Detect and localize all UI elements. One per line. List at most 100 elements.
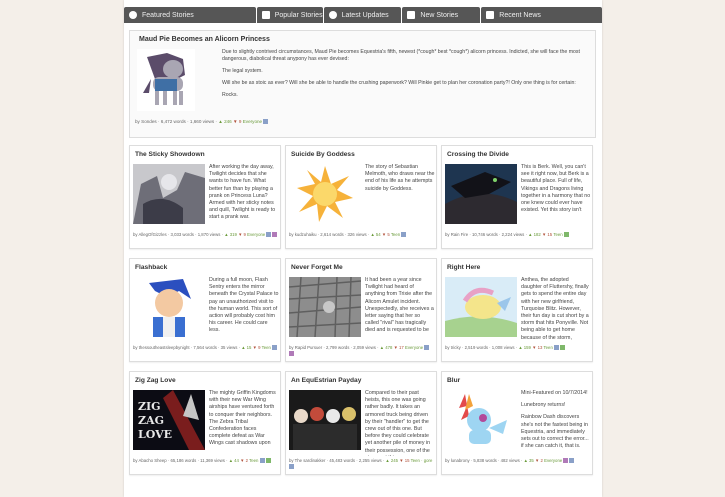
story-thumbnail[interactable]	[445, 277, 517, 337]
story-meta-text: by Abacho Sheep · 65,186 words · 11,369 …	[133, 458, 228, 463]
story-meta: by lunabrony · 5,838 words · 482 views ·…	[445, 458, 591, 472]
upvote-count: ▲ 245	[385, 458, 399, 463]
story-meta: by kudzuhaiku · 2,614 words · 326 views …	[289, 232, 435, 246]
upvote-count: ▲ 182	[528, 232, 541, 237]
upvote-count: ▲ 54	[370, 232, 381, 237]
story-meta: by Rapid Pursuer · 2,799 words · 2,059 v…	[289, 345, 435, 359]
featured-paragraph: Rocks.	[222, 92, 238, 98]
story-meta-text: by AllegOfGizzles · 3,033 words · 1,870 …	[133, 232, 224, 237]
downvote-count: ▼ 9	[233, 119, 242, 124]
star-icon	[129, 11, 137, 19]
tag-icon	[265, 458, 271, 464]
story-description-line: Lunebrony returns!	[521, 402, 566, 409]
story-card: Crossing the Divide This is Berk. Well, …	[441, 145, 593, 249]
tag-icon	[272, 345, 278, 351]
tag-icon	[563, 458, 569, 464]
upvote-count: ▲ 35	[523, 458, 534, 463]
story-description: It had been a year since Twilight had he…	[365, 277, 434, 334]
story-meta-text: by thessoutheastsleepbynight · 7,564 wor…	[133, 345, 241, 350]
downvote-count: ▼ 9	[252, 345, 261, 350]
svg-text:ZAG: ZAG	[138, 414, 164, 427]
tag-icon	[289, 351, 294, 357]
tab-label: Latest Updates	[341, 11, 389, 19]
story-description: Mini-Featured on 10/7/2014! Lunebrony re…	[521, 390, 591, 456]
upvote-count: ▲ 478	[379, 345, 393, 350]
story-card: An EquEstrian Payday Compared to their p…	[285, 371, 437, 475]
mini-featured-note: Mini-Featured on 10/7/2014!	[521, 390, 588, 396]
tag-icon	[554, 345, 560, 351]
tab-new-stories[interactable]: New Stories	[402, 7, 481, 23]
downvote-count: ▼ 2	[535, 458, 543, 463]
featured-story-thumbnail[interactable]	[137, 49, 195, 111]
story-title[interactable]: Blur	[447, 377, 460, 384]
featured-paragraph: Due to slightly contrived circumstances,…	[222, 49, 580, 62]
story-description: This is Berk. Well, you can't see it rig…	[521, 164, 591, 214]
main-page: Featured Stories Popular Stories Latest …	[124, 0, 603, 497]
downvote-count: ▼ 15	[541, 232, 553, 237]
svg-text:ZIG: ZIG	[138, 400, 161, 413]
tag-icon	[259, 458, 265, 464]
upvote-count: ▲ 319	[224, 232, 237, 237]
downvote-count: ▼ 13	[532, 345, 543, 350]
svg-text:LOVE: LOVE	[138, 428, 172, 441]
story-title[interactable]: Zig Zag Love	[135, 377, 176, 384]
featured-story: Maud Pie Becomes an Alicorn Princess Due…	[129, 30, 596, 138]
story-title[interactable]: An EquEstrian Payday	[291, 377, 361, 384]
story-meta: by Rain Fire · 10,746 words · 2,224 view…	[445, 232, 591, 246]
story-thumbnail[interactable]	[445, 390, 517, 450]
story-description-line: Rainbow Dash discovers she's not the fas…	[521, 414, 589, 450]
story-thumbnail[interactable]: ZIG ZAG LOVE	[133, 390, 205, 450]
downvote-count: ▼ 9	[238, 232, 246, 237]
story-meta-text: by The sardinakker · 45,483 words · 2,25…	[289, 458, 385, 463]
story-card: Right Here Anthea, the adopted daughter …	[441, 258, 593, 362]
story-thumbnail[interactable]	[289, 277, 361, 337]
nav-tabs: Featured Stories Popular Stories Latest …	[124, 7, 603, 23]
book-icon	[407, 11, 416, 19]
story-description: After working the day away, Twilight dec…	[209, 164, 276, 221]
story-meta: by The sardinakker · 45,483 words · 2,25…	[289, 458, 435, 472]
tab-label: Recent News	[499, 11, 541, 19]
downvote-count: ▼ 17	[393, 345, 404, 350]
story-title[interactable]: Right Here	[447, 264, 480, 271]
tab-popular-stories[interactable]: Popular Stories	[256, 7, 323, 23]
content-rating: Teen	[553, 232, 563, 237]
tag-icon	[563, 232, 569, 238]
story-meta-text: by kudzuhaiku · 2,614 words · 326 views …	[289, 232, 370, 237]
story-meta-text: by tricky · 2,519 words · 1,008 views ·	[445, 345, 518, 350]
tab-featured-stories[interactable]: Featured Stories	[124, 7, 256, 23]
story-title[interactable]: Crossing the Divide	[447, 151, 509, 158]
upvote-count: ▲ 159	[518, 345, 531, 350]
story-title[interactable]: Flashback	[135, 264, 167, 271]
story-thumbnail[interactable]	[289, 390, 361, 450]
story-card: The Sticky Showdown After working the da…	[129, 145, 281, 249]
tab-latest-updates[interactable]: Latest Updates	[323, 7, 402, 23]
story-title[interactable]: Suicide By Goddess	[291, 151, 355, 158]
story-card: Flashback During a full moon, Flash Sent…	[129, 258, 281, 362]
content-rating: Teen	[543, 345, 553, 350]
story-title[interactable]: Never Forget Me	[291, 264, 343, 271]
tab-recent-news[interactable]: Recent News	[481, 7, 603, 23]
tab-label: Popular Stories	[274, 11, 323, 19]
story-thumbnail[interactable]	[133, 164, 205, 224]
content-rating: Everyone	[405, 345, 424, 350]
story-card: Blur Mini-Featured on 10/7/2014! Lunebro…	[441, 371, 593, 475]
featured-paragraph: Will she be as stoic as ever? Will she b…	[222, 80, 576, 86]
tab-label: New Stories	[420, 11, 459, 19]
story-meta: by thessoutheastsleepbynight · 7,564 wor…	[133, 345, 279, 359]
tag-icon	[272, 232, 278, 238]
story-thumbnail[interactable]	[445, 164, 517, 224]
content-rating: Teen	[249, 458, 259, 463]
content-rating: Teen · gore	[410, 458, 433, 463]
story-thumbnail[interactable]	[289, 164, 361, 224]
tag-icon	[289, 464, 294, 470]
featured-story-meta: by Sondes · 6,472 words · 1,660 views · …	[135, 119, 269, 125]
story-thumbnail[interactable]	[133, 277, 205, 337]
downvote-count: ▼ 15	[399, 458, 410, 463]
tag-icon	[560, 345, 566, 351]
story-meta: by Abacho Sheep · 65,186 words · 11,369 …	[133, 458, 279, 472]
tag-icon	[401, 232, 407, 238]
content-rating: Teen	[261, 345, 271, 350]
upvote-count: ▲ 15	[241, 345, 252, 350]
story-title[interactable]: The Sticky Showdown	[135, 151, 205, 158]
featured-story-title[interactable]: Maud Pie Becomes an Alicorn Princess	[139, 36, 270, 43]
